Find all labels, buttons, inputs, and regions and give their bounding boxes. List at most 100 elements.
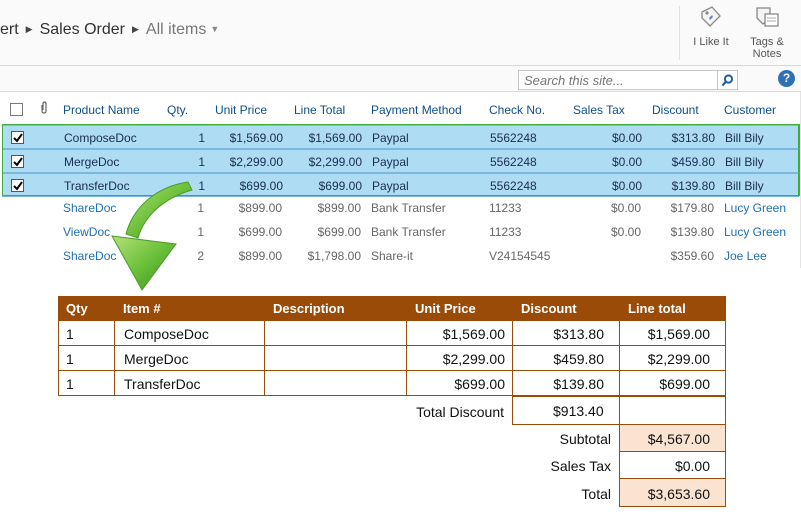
column-header-line-total[interactable]: Line Total xyxy=(294,103,345,117)
sales-tax: $0.00 xyxy=(611,131,642,145)
invoice-qty-cell: 1 xyxy=(58,345,115,371)
unit-price: $699.00 xyxy=(238,225,282,239)
total-discount-label: Total Discount xyxy=(416,404,504,420)
check-no: 5562248 xyxy=(490,179,537,193)
list-header-row: Product Name Qty. Unit Price Line Total … xyxy=(0,98,801,122)
invoice-unit-price-cell: $2,299.00 xyxy=(406,345,513,371)
breadcrumb: ert ▶ Sales Order ▶ All items ▼ xyxy=(0,21,219,39)
row-checkbox[interactable] xyxy=(11,155,24,168)
invoice-discount-cell: $313.80 xyxy=(512,320,620,346)
invoice-discount-cell: $459.80 xyxy=(512,345,620,371)
unit-price: $899.00 xyxy=(238,249,282,263)
column-header-payment-method[interactable]: Payment Method xyxy=(371,103,462,117)
tags-notes-label-2: Notes xyxy=(752,48,782,60)
product-name[interactable]: ViewDoc xyxy=(63,225,110,239)
customer[interactable]: Lucy Green xyxy=(724,201,786,215)
discount: $179.80 xyxy=(670,201,714,215)
invoice-header-line-total: Line total xyxy=(628,301,686,316)
customer[interactable]: Lucy Green xyxy=(724,225,786,239)
column-header-check-no[interactable]: Check No. xyxy=(489,103,545,117)
line-total: $699.00 xyxy=(317,225,361,239)
sales-tax: $0.00 xyxy=(610,225,641,239)
column-header-customer[interactable]: Customer xyxy=(724,103,776,117)
column-header-discount[interactable]: Discount xyxy=(652,103,699,117)
invoice-description-cell xyxy=(264,370,407,396)
qty: 1 xyxy=(198,131,205,145)
help-icon[interactable]: ? xyxy=(778,70,795,87)
invoice-unit-price-cell: $1,569.00 xyxy=(406,320,513,346)
invoice-line-total-cell: $1,569.00 xyxy=(619,320,726,346)
breadcrumb-list-link[interactable]: Sales Order xyxy=(40,21,125,38)
customer: Bill Bily xyxy=(725,155,764,169)
ribbon-bar: ert ▶ Sales Order ▶ All items ▼ I Like It Tag… xyxy=(0,0,801,66)
checkmark-icon xyxy=(13,157,23,167)
check-no: 5562248 xyxy=(490,155,537,169)
payment-method: Paypal xyxy=(372,131,409,145)
product-name[interactable]: MergeDoc xyxy=(64,155,119,169)
tags-notes-button[interactable]: Tags & Notes xyxy=(739,4,795,60)
invoice-line-total-cell: $699.00 xyxy=(619,370,726,396)
invoice-discount-cell: $139.80 xyxy=(512,370,620,396)
table-row[interactable]: MergeDoc 1 $2,299.00 $2,299.00 Paypal 55… xyxy=(2,149,799,173)
invoice-description-cell xyxy=(264,345,407,371)
invoice-item-cell: TransferDoc xyxy=(114,370,265,396)
line-total: $1,569.00 xyxy=(308,131,362,145)
breadcrumb-separator-icon: ▶ xyxy=(131,24,139,34)
line-total: $2,299.00 xyxy=(308,155,362,169)
customer: Bill Bily xyxy=(725,179,764,193)
sales-tax: $0.00 xyxy=(610,201,641,215)
row-checkbox[interactable] xyxy=(11,179,24,192)
checkmark-icon xyxy=(13,181,23,191)
check-no: 5562248 xyxy=(490,131,537,145)
like-tag-icon xyxy=(701,6,721,27)
unit-price: $699.00 xyxy=(239,179,283,193)
unit-price: $899.00 xyxy=(238,201,282,215)
i-like-it-button[interactable]: I Like It xyxy=(683,4,739,48)
row-checkbox[interactable] xyxy=(11,131,24,144)
total-value: $3,653.60 xyxy=(619,478,726,507)
line-total: $699.00 xyxy=(318,179,362,193)
table-row[interactable]: ComposeDoc 1 $1,569.00 $1,569.00 Paypal … xyxy=(2,125,799,149)
attachment-icon xyxy=(39,101,49,118)
curved-arrow-icon xyxy=(111,181,193,291)
line-total: $1,798.00 xyxy=(307,249,361,263)
total-discount-empty-cell xyxy=(619,396,726,425)
breadcrumb-site-link[interactable]: ert xyxy=(0,21,19,38)
sales-tax: $0.00 xyxy=(611,155,642,169)
payment-method: Paypal xyxy=(372,155,409,169)
sales-tax: $0.00 xyxy=(611,179,642,193)
search-button[interactable] xyxy=(718,70,738,90)
line-total: $899.00 xyxy=(317,201,361,215)
invoice-header-discount: Discount xyxy=(521,301,577,316)
qty: 1 xyxy=(198,155,205,169)
search-input[interactable] xyxy=(518,70,718,90)
column-header-product-name[interactable]: Product Name xyxy=(63,103,140,117)
invoice-qty-cell: 1 xyxy=(58,370,115,396)
discount: $139.80 xyxy=(671,179,715,193)
subtotal-value: $4,567.00 xyxy=(619,424,726,452)
customer[interactable]: Joe Lee xyxy=(724,249,767,263)
invoice-header-item: Item # xyxy=(123,301,161,316)
total-discount-value: $913.40 xyxy=(512,396,620,425)
customer: Bill Bily xyxy=(725,131,764,145)
payment-method: Paypal xyxy=(372,179,409,193)
select-all-checkbox[interactable] xyxy=(10,103,23,116)
unit-price: $2,299.00 xyxy=(229,155,283,169)
checkmark-icon xyxy=(13,133,23,143)
total-label: Total xyxy=(581,486,611,502)
invoice-header-row: Qty Item # Description Unit Price Discou… xyxy=(58,296,726,320)
product-name[interactable]: ComposeDoc xyxy=(64,131,137,145)
unit-price: $1,569.00 xyxy=(229,131,283,145)
invoice-description-cell xyxy=(264,320,407,346)
invoice-item-cell: MergeDoc xyxy=(114,345,265,371)
invoice-unit-price-cell: $699.00 xyxy=(406,370,513,396)
column-header-unit-price[interactable]: Unit Price xyxy=(215,103,267,117)
chevron-down-icon[interactable]: ▼ xyxy=(210,24,219,34)
payment-method: Bank Transfer xyxy=(371,225,446,239)
column-header-qty[interactable]: Qty. xyxy=(167,103,188,117)
view-selector[interactable]: All items xyxy=(146,21,206,38)
column-header-sales-tax[interactable]: Sales Tax xyxy=(573,103,625,117)
search-row xyxy=(0,66,801,92)
check-no: 11233 xyxy=(489,201,522,215)
tags-notes-label-1: Tags & xyxy=(750,36,784,48)
